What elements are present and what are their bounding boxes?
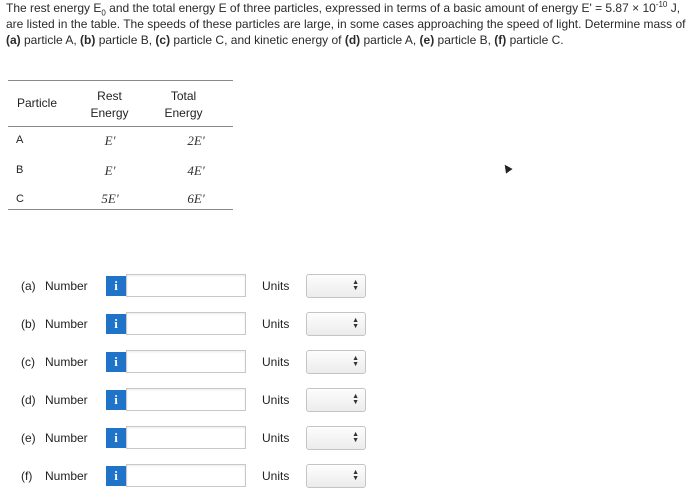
- units-select-e[interactable]: ▲ ▼: [306, 426, 366, 450]
- units-label-e: Units: [262, 431, 290, 445]
- part-d-marker: (d): [344, 33, 361, 47]
- part-c-marker: (c): [155, 33, 171, 47]
- table-top-rule: [8, 80, 233, 81]
- problem-text-b: particle B,: [95, 33, 156, 47]
- exponent: -10: [655, 0, 668, 9]
- row-a-particle: A: [16, 134, 24, 146]
- answer-label-d: (d) Number: [21, 393, 88, 407]
- units-select-b[interactable]: ▲ ▼: [306, 312, 366, 336]
- part-a-marker: (a): [6, 33, 21, 47]
- row-c-total: 6E': [187, 191, 205, 206]
- answer-row-d: (d) Number i Units ▲ ▼: [0, 386, 700, 416]
- number-input-f[interactable]: [126, 464, 246, 487]
- row-b-total: 4E': [187, 163, 205, 178]
- answer-letter-a: (a): [21, 279, 36, 293]
- units-select-f[interactable]: ▲ ▼: [306, 464, 366, 488]
- answer-row-c: (c) Number i Units ▲ ▼: [0, 348, 700, 378]
- header-total-energy: Energy: [164, 106, 203, 120]
- number-input-c[interactable]: [126, 350, 246, 373]
- problem-text-c: particle C, and kinetic energy of: [170, 33, 345, 47]
- answer-letter-e: (e): [21, 431, 36, 445]
- info-icon[interactable]: i: [106, 314, 126, 334]
- table-header-rule: [8, 126, 233, 127]
- info-icon[interactable]: i: [106, 466, 126, 486]
- updown-arrows-icon: ▲ ▼: [352, 393, 359, 406]
- number-label-c: Number: [45, 355, 88, 369]
- header-rest: Rest: [97, 89, 122, 103]
- header-total: Total: [170, 89, 197, 103]
- problem-statement: The rest energy E0 and the total energy …: [6, 0, 696, 48]
- problem-text-f: particle C.: [506, 33, 564, 47]
- answer-label-a: (a) Number: [21, 279, 88, 293]
- mouse-pointer-icon: [501, 162, 513, 174]
- problem-text-1: The rest energy E: [6, 1, 102, 15]
- table-bottom-rule: [8, 209, 233, 210]
- answer-row-f: (f) Number i Units ▲ ▼: [0, 462, 700, 492]
- part-f-marker: (f): [494, 33, 507, 47]
- part-b-marker: (b): [80, 33, 96, 47]
- answer-letter-b: (b): [21, 317, 36, 331]
- info-icon[interactable]: i: [106, 352, 126, 372]
- number-label-d: Number: [45, 393, 88, 407]
- problem-text-e: particle B,: [434, 33, 495, 47]
- number-input-e[interactable]: [126, 426, 246, 449]
- row-a-total: 2E': [187, 133, 205, 148]
- units-label-c: Units: [262, 355, 290, 369]
- answer-label-e: (e) Number: [21, 431, 88, 445]
- info-icon[interactable]: i: [106, 390, 126, 410]
- info-icon[interactable]: i: [106, 428, 126, 448]
- problem-text-d: particle A,: [360, 33, 420, 47]
- units-label-d: Units: [262, 393, 290, 407]
- row-c-rest: 5E': [101, 191, 119, 206]
- header-particle: Particle: [16, 96, 57, 110]
- updown-arrows-icon: ▲ ▼: [352, 279, 359, 292]
- part-e-marker: (e): [419, 33, 435, 47]
- answer-row-a: (a) Number i Units ▲ ▼: [0, 272, 700, 302]
- answer-letter-f: (f): [21, 469, 33, 483]
- units-select-a[interactable]: ▲ ▼: [306, 274, 366, 298]
- row-b-particle: B: [16, 164, 24, 176]
- updown-arrows-icon: ▲ ▼: [352, 317, 359, 330]
- units-label-f: Units: [262, 469, 290, 483]
- number-input-d[interactable]: [126, 388, 246, 411]
- answer-row-b: (b) Number i Units ▲ ▼: [0, 310, 700, 340]
- answer-label-c: (c) Number: [21, 355, 88, 369]
- answer-letter-c: (c): [21, 355, 35, 369]
- number-label-e: Number: [45, 431, 88, 445]
- number-input-a[interactable]: [126, 274, 246, 297]
- row-a-rest: E': [104, 133, 116, 148]
- answer-label-f: (f) Number: [21, 469, 88, 483]
- problem-text-2: and the total energy E of three particle…: [105, 1, 656, 15]
- info-icon[interactable]: i: [106, 276, 126, 296]
- number-label-a: Number: [45, 279, 88, 293]
- updown-arrows-icon: ▲ ▼: [352, 469, 359, 482]
- row-c-particle: C: [16, 193, 24, 205]
- units-select-c[interactable]: ▲ ▼: [306, 350, 366, 374]
- header-rest-energy: Energy: [90, 106, 129, 120]
- updown-arrows-icon: ▲ ▼: [352, 431, 359, 444]
- answer-row-e: (e) Number i Units ▲ ▼: [0, 424, 700, 454]
- number-label-b: Number: [45, 317, 88, 331]
- units-label-b: Units: [262, 317, 290, 331]
- row-b-rest: E': [104, 163, 116, 178]
- number-input-b[interactable]: [126, 312, 246, 335]
- units-label-a: Units: [262, 279, 290, 293]
- answer-letter-d: (d): [21, 393, 36, 407]
- updown-arrows-icon: ▲ ▼: [352, 355, 359, 368]
- units-select-d[interactable]: ▲ ▼: [306, 388, 366, 412]
- problem-text-a: particle A,: [20, 33, 81, 47]
- number-label-f: Number: [45, 469, 88, 483]
- answer-label-b: (b) Number: [21, 317, 88, 331]
